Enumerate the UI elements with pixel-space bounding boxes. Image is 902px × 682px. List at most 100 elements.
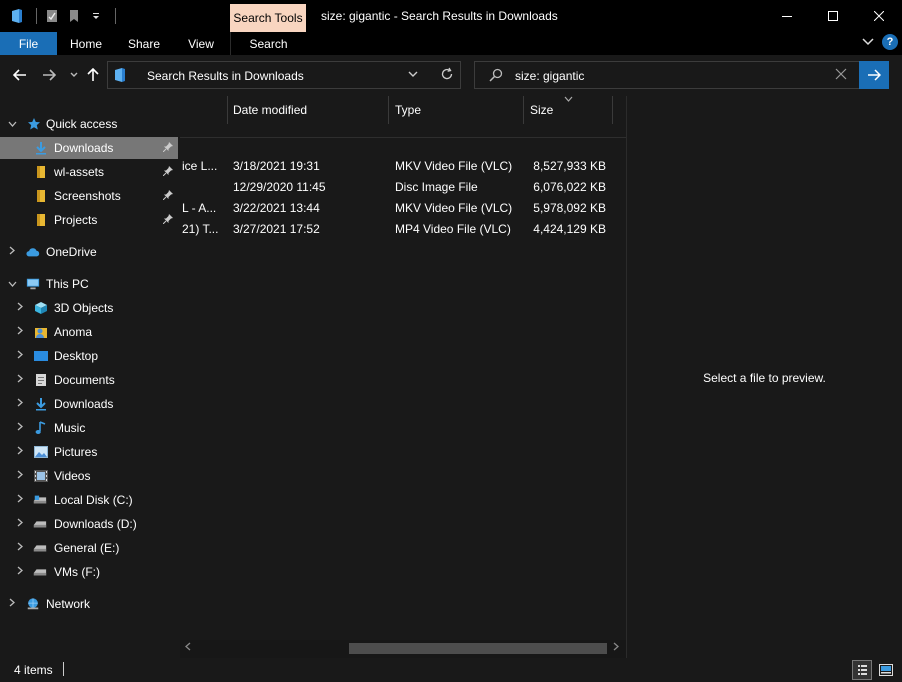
table-row[interactable]: 21) T... 3/27/2021 17:52 MP4 Video File … bbox=[180, 219, 627, 240]
nav-quick-downloads[interactable]: Downloads bbox=[0, 137, 178, 159]
tab-search[interactable]: Search bbox=[230, 32, 306, 55]
table-row[interactable]: L - A... 3/22/2021 13:44 MKV Video File … bbox=[180, 198, 627, 219]
nav-pc-videos[interactable]: Videos bbox=[0, 465, 178, 487]
nav-label: Downloads (D:) bbox=[54, 517, 137, 531]
explorer-app-icon[interactable] bbox=[10, 9, 24, 23]
address-history-chevron-icon[interactable] bbox=[408, 69, 418, 81]
forward-button[interactable] bbox=[40, 66, 58, 84]
pin-icon[interactable] bbox=[162, 213, 173, 227]
file-date: 3/22/2021 13:44 bbox=[233, 201, 320, 215]
scroll-left-icon[interactable] bbox=[185, 642, 191, 653]
nav-label: Documents bbox=[54, 373, 115, 387]
horizontal-scrollbar[interactable] bbox=[180, 640, 627, 658]
nav-pc-downloads-d[interactable]: Downloads (D:) bbox=[0, 513, 178, 535]
column-separator[interactable] bbox=[612, 96, 613, 124]
file-name: L - A... bbox=[182, 201, 217, 215]
nav-pc-downloads[interactable]: Downloads bbox=[0, 393, 178, 415]
expand-chevron-icon[interactable] bbox=[14, 374, 26, 386]
collapse-chevron-icon[interactable] bbox=[6, 279, 18, 290]
nav-pc-pictures[interactable]: Pictures bbox=[0, 441, 178, 463]
nav-quick-wl-assets[interactable]: wl-assets bbox=[0, 161, 178, 183]
column-separator[interactable] bbox=[227, 96, 228, 124]
expand-chevron-icon[interactable] bbox=[14, 494, 26, 506]
expand-chevron-icon[interactable] bbox=[14, 446, 26, 458]
expand-chevron-icon[interactable] bbox=[6, 598, 18, 610]
column-header-type[interactable]: Type bbox=[395, 96, 421, 124]
column-separator[interactable] bbox=[388, 96, 389, 124]
clear-search-icon[interactable] bbox=[835, 68, 847, 83]
nav-this-pc[interactable]: This PC bbox=[0, 273, 178, 295]
expand-chevron-icon[interactable] bbox=[14, 518, 26, 530]
search-results-icon bbox=[114, 68, 126, 85]
desktop-icon bbox=[34, 349, 48, 363]
refresh-icon[interactable] bbox=[440, 67, 454, 84]
close-icon bbox=[874, 11, 884, 21]
expand-chevron-icon[interactable] bbox=[14, 566, 26, 578]
expand-chevron-icon[interactable] bbox=[14, 542, 26, 554]
expand-chevron-icon[interactable] bbox=[14, 350, 26, 362]
properties-icon[interactable] bbox=[45, 9, 59, 23]
nav-quick-projects[interactable]: Projects bbox=[0, 209, 178, 231]
file-name: 21) T... bbox=[182, 222, 219, 236]
pin-icon[interactable] bbox=[162, 189, 173, 203]
contextual-tab-search-tools: Search Tools bbox=[230, 4, 306, 32]
up-button[interactable] bbox=[84, 66, 102, 84]
close-button[interactable] bbox=[856, 0, 902, 32]
folder-icon bbox=[34, 165, 48, 179]
tab-home[interactable]: Home bbox=[57, 32, 115, 55]
customize-toolbar-chevron-icon[interactable] bbox=[89, 9, 103, 23]
nav-onedrive[interactable]: OneDrive bbox=[0, 241, 178, 263]
nav-pc-local-disk-c[interactable]: Local Disk (C:) bbox=[0, 489, 178, 511]
search-input[interactable]: size: gigantic bbox=[515, 69, 584, 83]
expand-chevron-icon[interactable] bbox=[14, 302, 26, 314]
collapse-chevron-icon[interactable] bbox=[6, 119, 18, 130]
up-arrow-icon bbox=[87, 68, 99, 81]
scroll-right-icon[interactable] bbox=[613, 642, 619, 653]
tab-file[interactable]: File bbox=[0, 32, 57, 55]
expand-chevron-icon[interactable] bbox=[14, 398, 26, 410]
nav-label: Music bbox=[54, 421, 86, 435]
nav-label: Local Disk (C:) bbox=[54, 493, 133, 507]
expand-chevron-icon[interactable] bbox=[14, 422, 26, 434]
nav-network[interactable]: Network bbox=[0, 593, 178, 615]
search-go-button[interactable] bbox=[859, 61, 889, 89]
help-icon[interactable]: ? bbox=[882, 34, 898, 50]
expand-chevron-icon[interactable] bbox=[6, 246, 18, 258]
nav-pc-music[interactable]: Music bbox=[0, 417, 178, 439]
nav-pc-vms-f[interactable]: VMs (F:) bbox=[0, 561, 178, 583]
nav-pc-anoma[interactable]: Anoma bbox=[0, 321, 178, 343]
column-separator[interactable] bbox=[523, 96, 524, 124]
address-bar[interactable]: Search Results in Downloads bbox=[107, 61, 461, 89]
pin-icon[interactable] bbox=[162, 165, 173, 179]
nav-pc-3d-objects[interactable]: 3D Objects bbox=[0, 297, 178, 319]
download-arrow-icon bbox=[34, 141, 48, 155]
maximize-button[interactable] bbox=[810, 0, 856, 32]
tab-share[interactable]: Share bbox=[115, 32, 173, 55]
nav-quick-access[interactable]: Quick access bbox=[0, 113, 178, 135]
nav-label: Downloads bbox=[54, 141, 114, 155]
details-view-button[interactable] bbox=[852, 660, 872, 680]
nav-pc-desktop[interactable]: Desktop bbox=[0, 345, 178, 367]
expand-chevron-icon[interactable] bbox=[14, 326, 26, 338]
back-button[interactable] bbox=[11, 66, 29, 84]
cloud-icon bbox=[26, 245, 40, 259]
new-folder-icon[interactable] bbox=[67, 9, 81, 23]
nav-quick-screenshots[interactable]: Screenshots bbox=[0, 185, 178, 207]
tab-view[interactable]: View bbox=[173, 32, 229, 55]
scrollbar-thumb[interactable] bbox=[349, 643, 607, 654]
search-box[interactable]: size: gigantic bbox=[474, 61, 889, 89]
table-row[interactable]: 12/29/2020 11:45 Disc Image File 6,076,0… bbox=[180, 177, 627, 198]
cube-icon bbox=[34, 301, 48, 315]
pin-icon[interactable] bbox=[162, 141, 173, 155]
nav-pc-general-e[interactable]: General (E:) bbox=[0, 537, 178, 559]
recent-locations-button[interactable] bbox=[65, 66, 83, 84]
computer-icon bbox=[26, 277, 40, 291]
expand-chevron-icon[interactable] bbox=[14, 470, 26, 482]
large-icons-view-button[interactable] bbox=[876, 660, 896, 680]
column-header-size[interactable]: Size bbox=[530, 96, 553, 124]
column-header-date-modified[interactable]: Date modified bbox=[233, 96, 307, 124]
minimize-button[interactable] bbox=[764, 0, 810, 32]
table-row[interactable]: ice L... 3/18/2021 19:31 MKV Video File … bbox=[180, 156, 627, 177]
expand-ribbon-chevron-icon[interactable] bbox=[862, 35, 874, 49]
nav-pc-documents[interactable]: Documents bbox=[0, 369, 178, 391]
